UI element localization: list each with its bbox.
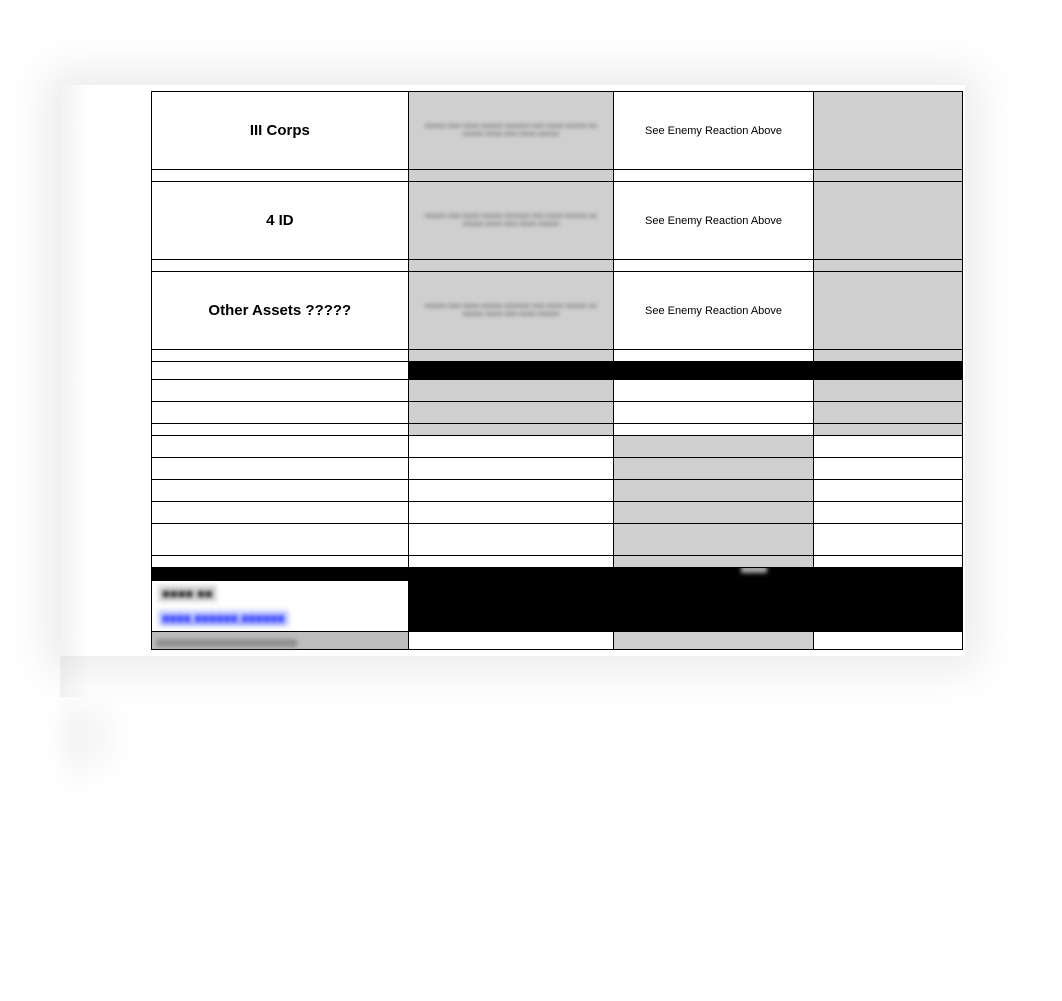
table-row: Other Assets ????? ■■■■■ ■■■ ■■■■ ■■■■■ … (152, 272, 963, 350)
blurred-text: ■■■■■ ■■■ ■■■■ ■■■■■ ■■■■■■ ■■■ ■■■■ ■■■… (409, 117, 613, 144)
footer-table: ■■■■ ■■ ■■■■ ■■■■■■ ■■■■■■ (151, 580, 963, 650)
footer-cell (152, 632, 409, 650)
unit-cell: Other Assets ????? (152, 272, 409, 350)
table-row (152, 502, 963, 524)
table-row (152, 424, 963, 436)
footer-link[interactable]: ■■■■ ■■■■■■ ■■■■■■ (158, 610, 289, 626)
footer-cell (814, 632, 963, 650)
table-row (152, 436, 963, 458)
spreadsheet-region: III Corps ■■■■■ ■■■ ■■■■ ■■■■■ ■■■■■■ ■■… (151, 91, 963, 650)
footer-cell (408, 632, 613, 650)
reaction-cell: See Enemy Reaction Above (613, 272, 813, 350)
table-row (152, 480, 963, 502)
document-page: III Corps ■■■■■ ■■■ ■■■■ ■■■■■ ■■■■■■ ■■… (60, 85, 965, 656)
separator-row (152, 568, 963, 580)
table-row (152, 458, 963, 480)
table-row (152, 380, 963, 402)
table-row (152, 260, 963, 272)
footer-line-1: ■■■■ ■■ (158, 585, 217, 602)
table-row: ■■■■ ■■ ■■■■ ■■■■■■ ■■■■■■ (152, 581, 963, 632)
footer-caption-cell: ■■■■ ■■ ■■■■ ■■■■■■ ■■■■■■ (152, 581, 409, 632)
table-row (152, 350, 963, 362)
table-row (152, 524, 963, 556)
empty-cell (814, 182, 963, 260)
reaction-cell: See Enemy Reaction Above (613, 92, 813, 170)
details-cell: ■■■■■ ■■■ ■■■■ ■■■■■ ■■■■■■ ■■■ ■■■■ ■■■… (408, 92, 613, 170)
empty-cell (814, 92, 963, 170)
footer-cell (613, 632, 813, 650)
blurred-text: ■■■■■ ■■■ ■■■■ ■■■■■ ■■■■■■ ■■■ ■■■■ ■■■… (409, 207, 613, 234)
blurred-text: ■■■■■ ■■■ ■■■■ ■■■■■ ■■■■■■ ■■■ ■■■■ ■■■… (409, 297, 613, 324)
table-row (152, 170, 963, 182)
separator-row (152, 362, 963, 380)
main-table: III Corps ■■■■■ ■■■ ■■■■ ■■■■■ ■■■■■■ ■■… (151, 91, 963, 580)
table-row: III Corps ■■■■■ ■■■ ■■■■ ■■■■■ ■■■■■■ ■■… (152, 92, 963, 170)
table-row (152, 632, 963, 650)
footer-black-cell (408, 581, 962, 632)
reaction-cell: See Enemy Reaction Above (613, 182, 813, 260)
table-row (152, 402, 963, 424)
empty-cell (814, 272, 963, 350)
table-row: 4 ID ■■■■■ ■■■ ■■■■ ■■■■■ ■■■■■■ ■■■ ■■■… (152, 182, 963, 260)
table-row (152, 556, 963, 568)
unit-cell: III Corps (152, 92, 409, 170)
details-cell: ■■■■■ ■■■ ■■■■ ■■■■■ ■■■■■■ ■■■ ■■■■ ■■■… (408, 272, 613, 350)
details-cell: ■■■■■ ■■■ ■■■■ ■■■■■ ■■■■■■ ■■■ ■■■■ ■■■… (408, 182, 613, 260)
page-shadow (60, 700, 120, 820)
unit-cell: 4 ID (152, 182, 409, 260)
